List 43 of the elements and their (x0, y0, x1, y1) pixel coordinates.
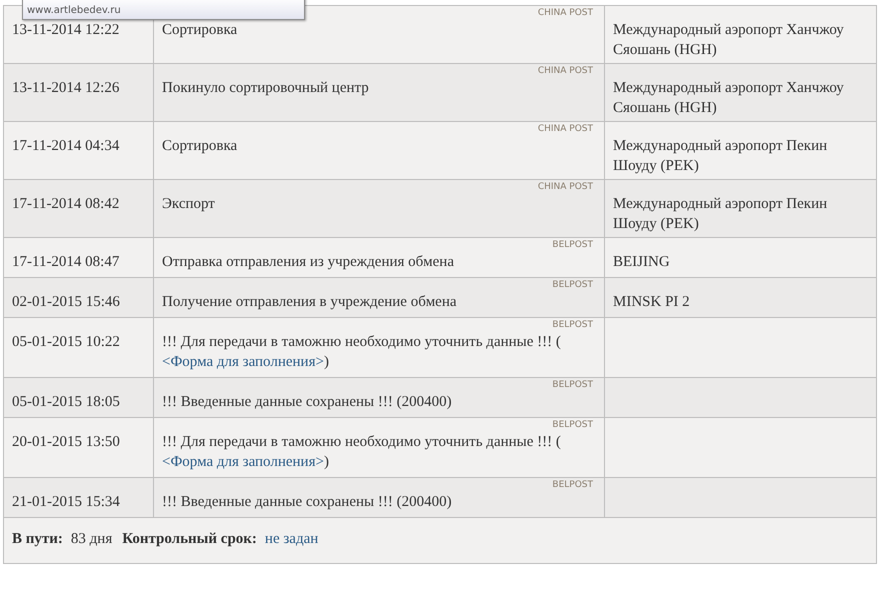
event-description: Экспорт (162, 196, 215, 212)
form-link[interactable]: <Форма для заполнения> (162, 454, 324, 470)
date-time: 17-11-2014 08:42 (12, 196, 120, 212)
date-time: 05-01-2015 10:22 (12, 334, 120, 350)
operator-label: CHINA POST (538, 8, 593, 18)
location: Международный аэропорт Пекин Шоуду (PEK) (613, 196, 828, 232)
location: Международный аэропорт Ханчжоу Сяошань (HGH) (613, 22, 844, 58)
date-time: 13-11-2014 12:26 (12, 80, 120, 96)
tooltip-url: www.artlebedev.ru (27, 5, 121, 17)
event-description: Покинуло сортировочный центр (162, 80, 369, 96)
event-description: !!! Введенные данные сохранены !!! (200400) (162, 394, 452, 410)
date-time: 21-01-2015 15:34 (12, 494, 120, 510)
event-description: Отправка отправления из учреждения обмена (162, 254, 454, 270)
date-time: 13-11-2014 12:22 (12, 22, 120, 38)
form-link[interactable]: <Форма для заполнения> (162, 354, 324, 370)
event-description: Сортировка (162, 22, 238, 38)
event-description: !!! Введенные данные сохранены !!! (200400) (162, 494, 452, 510)
operator-label: BELPOST (552, 420, 593, 430)
summary-value: 83 дня (70, 530, 112, 549)
operator-label: BELPOST (552, 280, 593, 290)
summary-link[interactable]: не задан (264, 528, 318, 550)
date-time: 02-01-2015 15:46 (12, 294, 120, 310)
operator-label: BELPOST (552, 380, 593, 390)
date-time: 20-01-2015 13:50 (12, 434, 120, 450)
operator-label: BELPOST (552, 320, 593, 330)
date-time: 05-01-2015 18:05 (12, 394, 120, 410)
location: MINSK PI 2 (613, 294, 690, 310)
operator-label: CHINA POST (538, 66, 593, 76)
event-description: !!! Для передачи в таможню необходимо уточнить данные !!! ( <Форма для заполнения>) (162, 434, 561, 470)
location: Международный аэропорт Ханчжоу Сяошань (HGH) (613, 80, 844, 116)
operator-label: BELPOST (552, 240, 593, 250)
summary-label: Контрольный срок: (122, 530, 257, 549)
operator-label: CHINA POST (538, 124, 593, 134)
event-description: Сортировка (162, 138, 238, 154)
date-time: 17-11-2014 04:34 (12, 138, 120, 154)
date-time: 17-11-2014 08:47 (12, 254, 120, 270)
operator-label: CHINA POST (538, 182, 593, 192)
summary-label: В пути: (12, 530, 63, 549)
event-description: Получение отправления в учреждение обмена (162, 294, 457, 310)
operator-label: BELPOST (552, 480, 593, 490)
location: BEIJING (613, 254, 670, 270)
event-description: !!! Для передачи в таможню необходимо уточнить данные !!! ( <Форма для заполнения>) (162, 334, 561, 370)
location: Международный аэропорт Пекин Шоуду (PEK) (613, 138, 828, 174)
